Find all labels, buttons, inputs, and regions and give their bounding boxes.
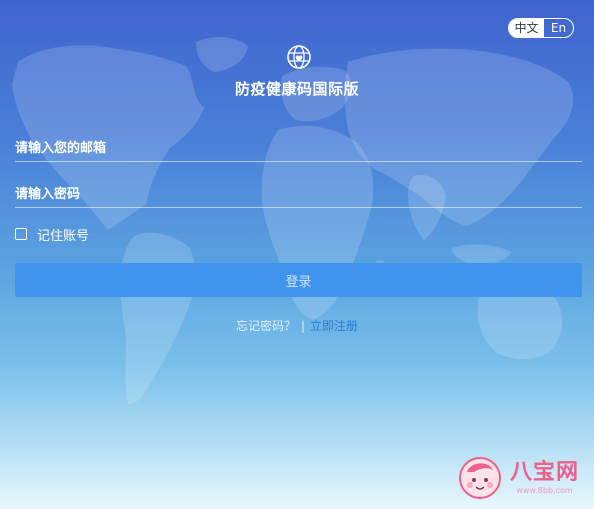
indonesia-shape [452, 244, 512, 265]
forgot-password-link[interactable]: 忘记密码？ [236, 319, 296, 333]
globe-heart-icon [287, 45, 311, 69]
register-link[interactable]: 立即注册 [310, 319, 358, 333]
remember-account-label: 记住账号 [37, 228, 90, 244]
language-option-chinese[interactable]: 中文 [509, 19, 544, 37]
password-field[interactable] [15, 182, 582, 208]
login-button[interactable]: 登录 [15, 263, 582, 297]
remember-account-checkbox[interactable] [15, 228, 27, 240]
app-title: 防疫健康码国际版 [234, 80, 359, 98]
email-field[interactable] [15, 136, 582, 162]
language-toggle[interactable]: 中文 En [508, 18, 574, 38]
watermark-brand: 八宝网 [510, 460, 580, 485]
greenland-shape [196, 37, 248, 72]
site-watermark: 八宝网 www.8bb.com [458, 456, 579, 500]
remember-account-row[interactable]: 记住账号 [15, 226, 90, 244]
baby-face-icon [459, 457, 501, 499]
watermark-url: www.8bb.com [516, 486, 573, 495]
world-map-background [12, 37, 574, 405]
login-screen: 中文 En 防疫健康码国际版 记住账号 登录 忘记密码？|立即注册 八宝网 ww [0, 0, 594, 509]
language-option-english[interactable]: En [544, 19, 573, 37]
link-divider: | [300, 319, 306, 333]
watermark-text: 八宝网 www.8bb.com [510, 460, 579, 496]
account-links: 忘记密码？ | 立即注册 [0, 317, 594, 334]
